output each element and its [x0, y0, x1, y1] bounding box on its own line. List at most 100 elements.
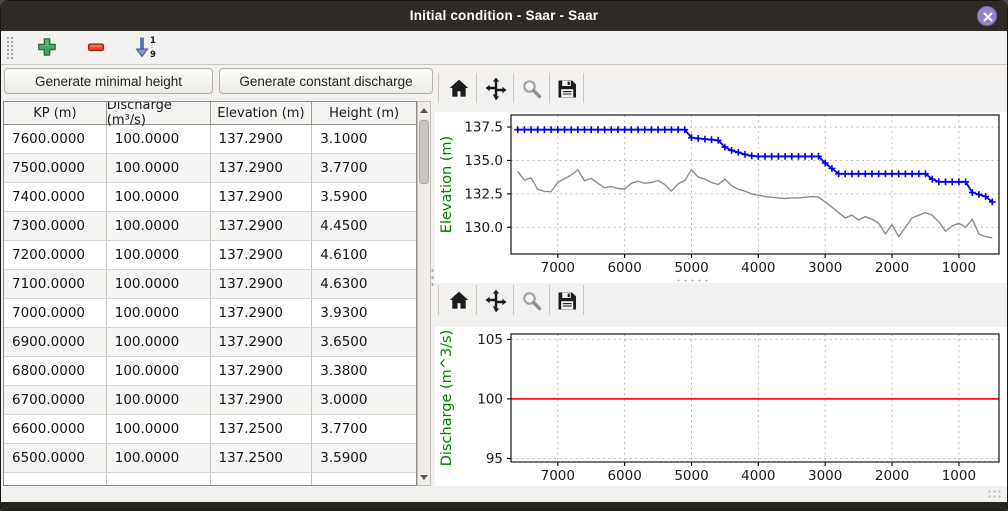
sort-ascending-icon: 1 : 9: [133, 35, 161, 59]
y-axis-label: Discharge (m^3/s): [439, 330, 455, 467]
close-button[interactable]: [977, 6, 997, 26]
svg-text:9: 9: [150, 50, 156, 59]
main-toolbar: 1 : 9: [1, 31, 1007, 65]
table-cell[interactable]: [4, 473, 107, 485]
table-cell[interactable]: 4.6300: [312, 270, 416, 298]
table-cell[interactable]: 137.2500: [211, 415, 313, 443]
table-cell[interactable]: 100.0000: [107, 125, 211, 153]
table-cell[interactable]: 3.5900: [312, 183, 416, 211]
pan-icon: [483, 288, 509, 314]
column-header[interactable]: KP (m): [4, 102, 107, 124]
pan-button[interactable]: [483, 76, 509, 102]
home-icon: [447, 77, 471, 101]
home-button[interactable]: [446, 76, 472, 102]
titlebar[interactable]: Initial condition - Saar - Saar: [1, 1, 1007, 31]
table-cell[interactable]: 100.0000: [107, 183, 211, 211]
home-button[interactable]: [446, 288, 472, 314]
toolbar-separator: [476, 73, 477, 103]
horizontal-splitter-handle[interactable]: [675, 278, 711, 283]
table-cell[interactable]: 3.0000: [312, 386, 416, 414]
table-cell[interactable]: 7400.0000: [4, 183, 107, 211]
table-cell[interactable]: 7600.0000: [4, 125, 107, 153]
table-row: 7400.0000100.0000137.29003.5900: [4, 183, 416, 212]
toolbar-separator: [476, 285, 477, 315]
window-resize-grip[interactable]: [987, 489, 1001, 499]
zoom-button[interactable]: [519, 76, 545, 102]
table-cell[interactable]: 100.0000: [107, 328, 211, 356]
table-cell[interactable]: 4.6100: [312, 241, 416, 269]
elevation-chart[interactable]: 7000600050004000300020001000130.0132.513…: [435, 112, 1007, 283]
generate-constant-discharge-button[interactable]: Generate constant discharge: [219, 68, 433, 94]
table-cell[interactable]: 100.0000: [107, 154, 211, 182]
table-cell[interactable]: 3.3800: [312, 357, 416, 385]
table-cell[interactable]: 3.6500: [312, 328, 416, 356]
table-cell[interactable]: 7500.0000: [4, 154, 107, 182]
x-tick-label: 7000: [541, 468, 575, 484]
table-cell[interactable]: 100.0000: [107, 444, 211, 472]
table-cell[interactable]: 6700.0000: [4, 386, 107, 414]
table-cell[interactable]: 137.2900: [211, 212, 313, 240]
zoom-icon: [520, 77, 544, 101]
scrollbar-thumb[interactable]: [419, 120, 429, 184]
column-header[interactable]: Height (m): [312, 102, 416, 124]
table-cell[interactable]: 6800.0000: [4, 357, 107, 385]
table-cell[interactable]: 100.0000: [107, 415, 211, 443]
table-cell[interactable]: [312, 473, 416, 485]
table-cell[interactable]: 3.5900: [312, 444, 416, 472]
scroll-up-button[interactable]: [418, 102, 430, 118]
table-cell[interactable]: 100.0000: [107, 241, 211, 269]
column-header[interactable]: Elevation (m): [211, 102, 313, 124]
discharge-chart[interactable]: 700060005000400030002000100095100105Disc…: [435, 327, 1007, 486]
table-cell[interactable]: 3.9300: [312, 299, 416, 327]
arrow-up-icon: [420, 108, 428, 113]
table-cell[interactable]: 3.7700: [312, 415, 416, 443]
zoom-button[interactable]: [519, 288, 545, 314]
table-scrollbar[interactable]: [417, 101, 431, 486]
sort-rows-button[interactable]: 1 : 9: [132, 35, 162, 59]
column-header[interactable]: Discharge (m³/s): [107, 102, 211, 124]
table-cell[interactable]: 137.2900: [211, 183, 313, 211]
pan-button[interactable]: [483, 288, 509, 314]
table-cell[interactable]: 7300.0000: [4, 212, 107, 240]
table-cell[interactable]: 7200.0000: [4, 241, 107, 269]
table-cell[interactable]: 3.1000: [312, 125, 416, 153]
table-cell[interactable]: 4.4500: [312, 212, 416, 240]
plot-frame: [511, 115, 999, 254]
table-cell[interactable]: 6900.0000: [4, 328, 107, 356]
table-cell[interactable]: 137.2900: [211, 270, 313, 298]
save-button[interactable]: [554, 76, 580, 102]
scroll-down-button[interactable]: [418, 469, 430, 485]
table-cell[interactable]: [107, 473, 211, 485]
add-row-button[interactable]: [35, 35, 59, 59]
save-button[interactable]: [554, 288, 580, 314]
table-cell[interactable]: 100.0000: [107, 212, 211, 240]
toolbar-separator: [549, 285, 550, 315]
table-cell[interactable]: 100.0000: [107, 357, 211, 385]
table-cell[interactable]: 7100.0000: [4, 270, 107, 298]
toolbar-drag-handle[interactable]: [6, 36, 13, 59]
table-row-partial: [4, 473, 416, 486]
table-cell[interactable]: 6600.0000: [4, 415, 107, 443]
table-cell[interactable]: 137.2900: [211, 125, 313, 153]
table-cell[interactable]: 100.0000: [107, 299, 211, 327]
table-cell[interactable]: 100.0000: [107, 270, 211, 298]
remove-row-button[interactable]: [84, 35, 108, 59]
table-cell[interactable]: 3.7700: [312, 154, 416, 182]
y-tick-label: 105: [477, 332, 503, 348]
table-cell[interactable]: 137.2900: [211, 241, 313, 269]
table-cell[interactable]: 137.2900: [211, 386, 313, 414]
remove-icon: [86, 37, 106, 57]
table-cell[interactable]: 137.2500: [211, 444, 313, 472]
table-cell[interactable]: 137.2900: [211, 299, 313, 327]
table-cell[interactable]: 100.0000: [107, 386, 211, 414]
generate-minimal-height-button[interactable]: Generate minimal height: [4, 68, 213, 94]
table-cell[interactable]: 6500.0000: [4, 444, 107, 472]
x-tick-label: 2000: [875, 260, 909, 276]
table-cell[interactable]: 137.2900: [211, 328, 313, 356]
vertical-splitter-handle[interactable]: [430, 267, 435, 289]
table-cell[interactable]: 7000.0000: [4, 299, 107, 327]
table-cell[interactable]: 137.2900: [211, 154, 313, 182]
table-cell[interactable]: [211, 473, 313, 485]
table-cell[interactable]: 137.2900: [211, 357, 313, 385]
toolbar-separator: [513, 73, 514, 103]
